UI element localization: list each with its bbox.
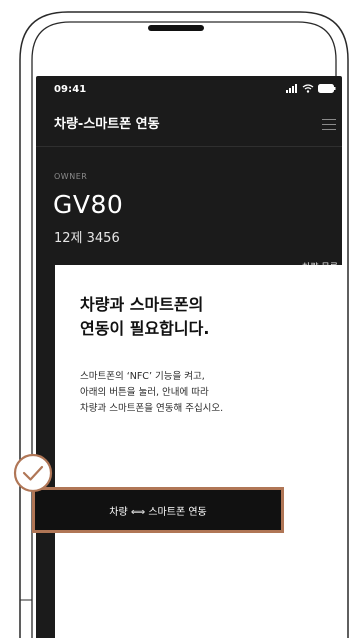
app-header: 차량-스마트폰 연동 (36, 104, 342, 140)
wifi-icon (302, 84, 314, 93)
check-circle-icon (13, 453, 53, 493)
vehicle-model: GV80 (53, 190, 124, 219)
hamburger-menu-icon[interactable] (318, 112, 342, 136)
pairing-card: 차량과 스마트폰의 연동이 필요합니다. 스마트폰의 ‘NFC’ 기능을 켜고,… (55, 265, 342, 638)
owner-label: OWNER (54, 172, 88, 181)
status-time: 09:41 (54, 84, 87, 95)
phone-speaker (148, 25, 204, 31)
page-title: 차량-스마트폰 연동 (54, 117, 160, 132)
battery-icon (318, 84, 336, 93)
card-title: 차량과 스마트폰의 연동이 필요합니다. (80, 293, 320, 341)
card-title-line: 차량과 스마트폰의 (80, 295, 204, 314)
header-divider (36, 146, 342, 147)
card-description-line: 차량과 스마트폰을 연동해 주십시오. (80, 403, 224, 414)
card-description-line: 아래의 버튼을 눌러, 안내에 따라 (80, 387, 209, 398)
status-icons (286, 84, 336, 93)
card-description-line: 스마트폰의 ‘NFC’ 기능을 켜고, (80, 371, 205, 382)
app-screen: 09:41 차량-스마트폰 연동 OWNER GV80 12제 3456 차량과… (36, 76, 342, 638)
signal-icon (286, 84, 297, 93)
status-bar: 09:41 (36, 76, 342, 100)
card-title-line: 연동이 필요합니다. (80, 319, 210, 338)
plate-number: 12제 3456 (54, 231, 120, 246)
card-description: 스마트폰의 ‘NFC’ 기능을 켜고, 아래의 버튼을 눌러, 안내에 따라 차… (80, 369, 330, 417)
pair-vehicle-smartphone-button[interactable]: 차량 ⟺ 스마트폰 연동 (32, 487, 284, 533)
